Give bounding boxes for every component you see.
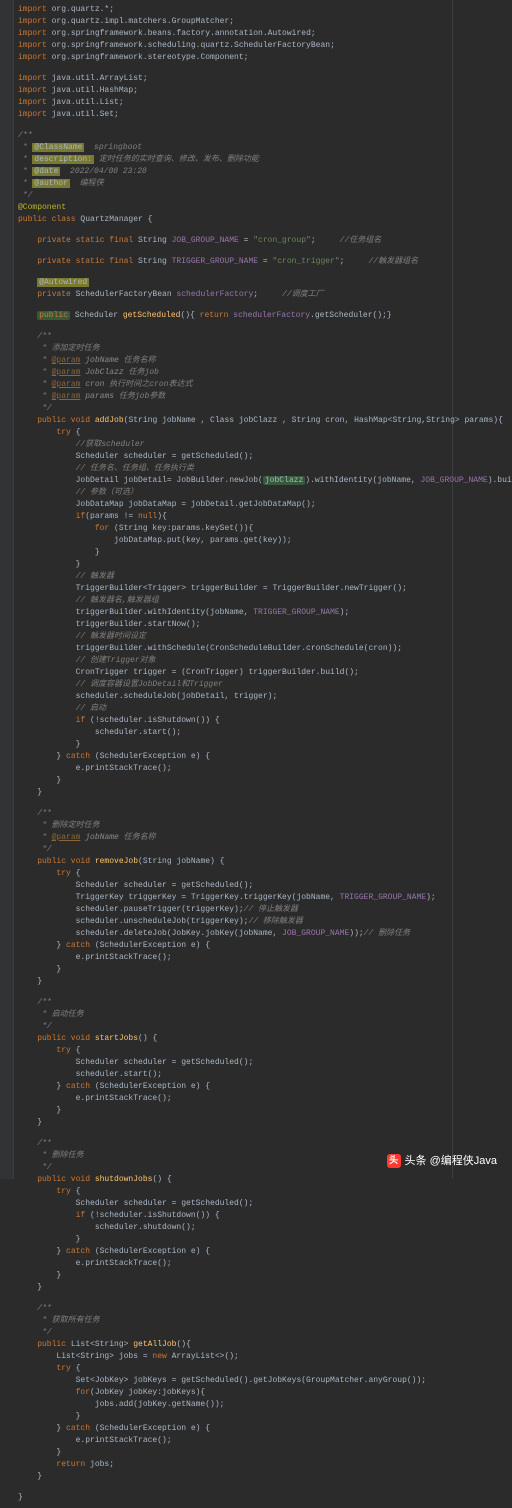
watermark-text: 头条 @编程侠Java	[405, 1153, 497, 1170]
watermark-icon: 头	[387, 1154, 401, 1168]
watermark: 头 头条 @编程侠Java	[387, 1153, 497, 1170]
code-editor[interactable]: import org.quartz.*;import org.quartz.im…	[0, 0, 512, 1508]
